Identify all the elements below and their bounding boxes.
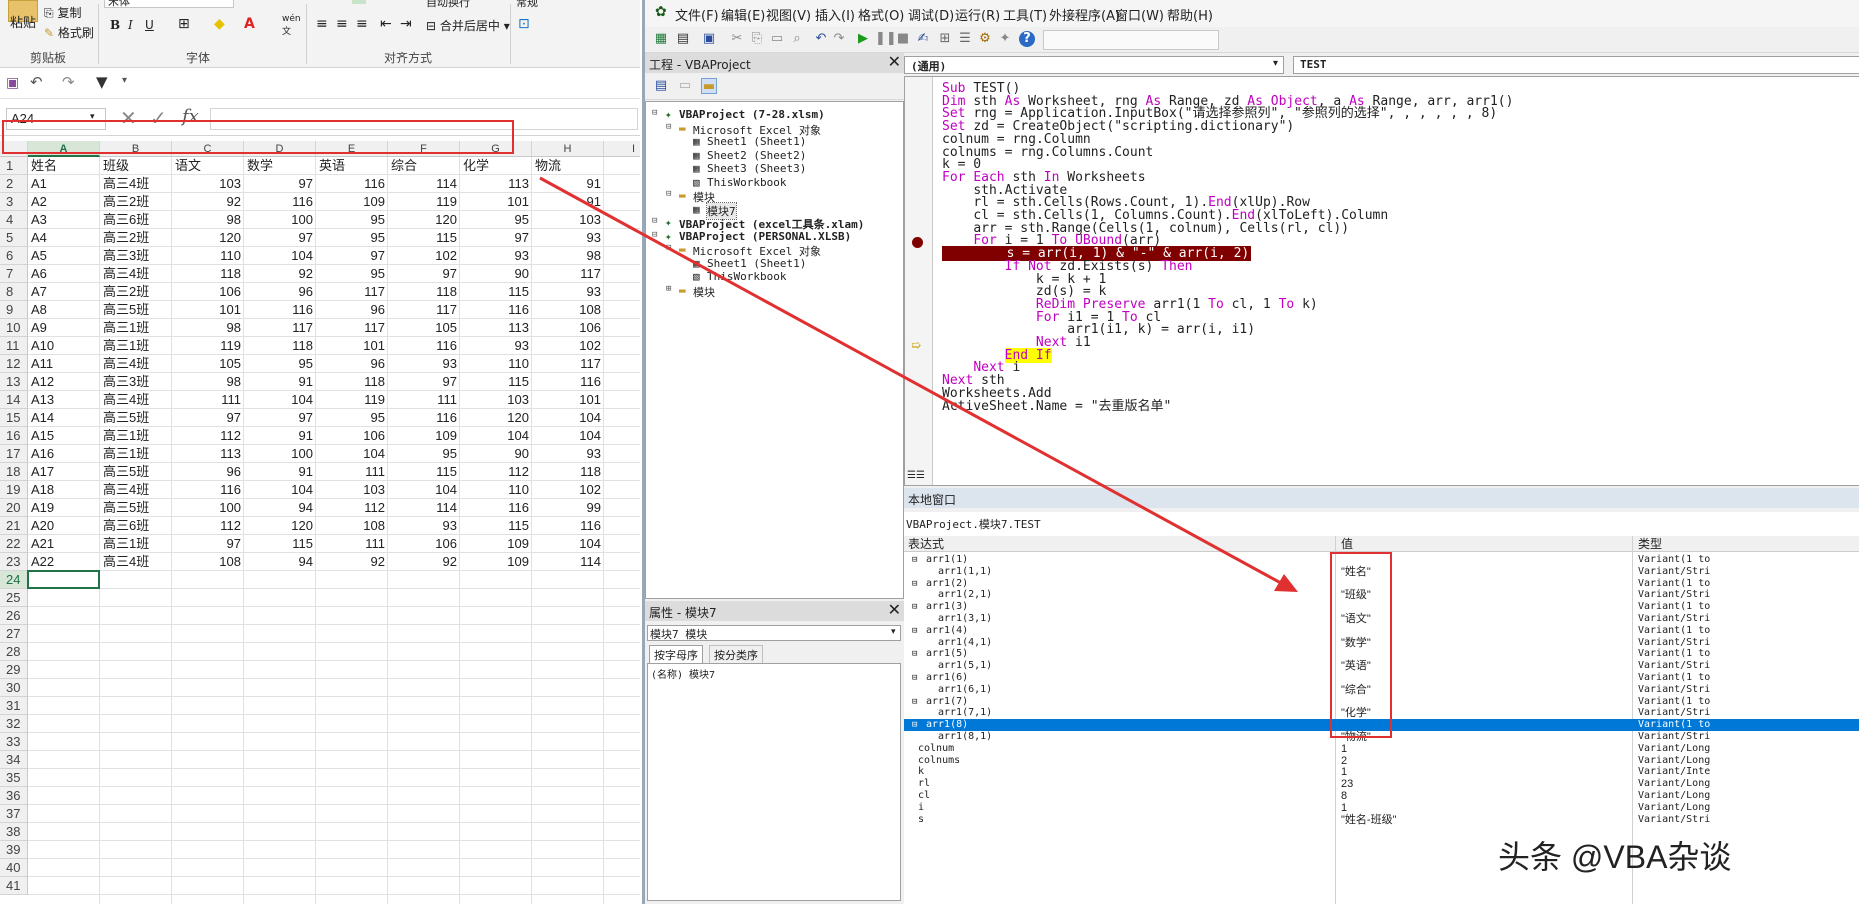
arrow-head bbox=[1274, 574, 1298, 592]
annotation-arrow bbox=[539, 176, 1298, 592]
arrow-line bbox=[539, 176, 1291, 590]
